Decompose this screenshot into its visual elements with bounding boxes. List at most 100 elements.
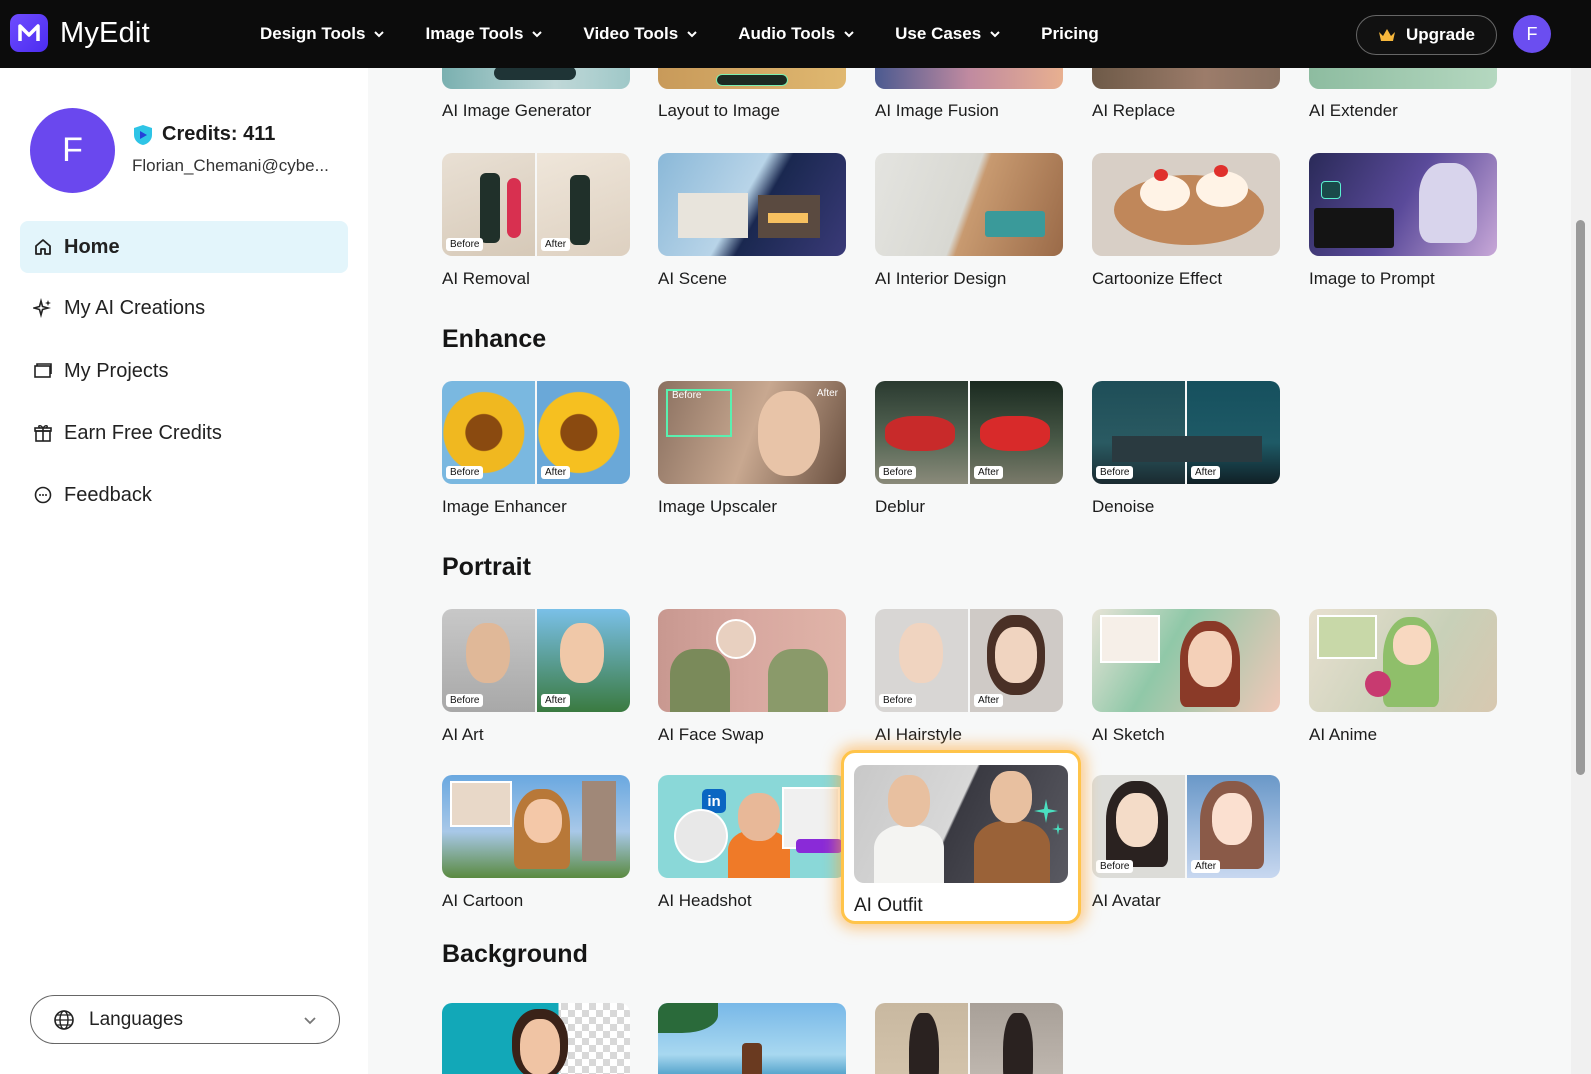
motorbike-shape xyxy=(885,416,955,451)
sidebar-item-earn-free-credits[interactable]: Earn Free Credits xyxy=(20,407,348,459)
tool-card-deblur[interactable]: Before After Deblur xyxy=(875,381,1063,517)
tool-thumbnail xyxy=(658,1003,846,1074)
tool-card-ai-extender[interactable]: AI Extender xyxy=(1309,68,1497,121)
tools-content: AI Image Generator Layout to Image AI Im… xyxy=(368,68,1571,1074)
nav-pricing[interactable]: Pricing xyxy=(1041,24,1099,44)
tool-card-ai-outfit[interactable]: AI Outfit xyxy=(841,750,1081,924)
upgrade-button[interactable]: Upgrade xyxy=(1356,15,1497,55)
nav-label: Audio Tools xyxy=(738,24,836,43)
tool-card-ai-removal[interactable]: Before After AI Removal xyxy=(442,153,630,289)
tool-card-ai-interior-design[interactable]: AI Interior Design xyxy=(875,153,1063,289)
sidebar-item-label: Feedback xyxy=(64,483,152,506)
tool-thumbnail xyxy=(1092,609,1280,712)
languages-select[interactable]: Languages xyxy=(30,995,340,1044)
generate-pill xyxy=(716,74,788,86)
before-tag: Before xyxy=(879,694,917,707)
sparkle-icon xyxy=(1034,799,1064,835)
tool-card-ai-replace[interactable]: AI Replace xyxy=(1092,68,1280,121)
after-tag: After xyxy=(974,466,1004,479)
tool-thumbnail: Before After xyxy=(442,153,630,256)
face-shape xyxy=(1212,793,1252,845)
tool-card-background-changer[interactable] xyxy=(658,1003,846,1074)
nav-use-cases[interactable]: Use Cases xyxy=(895,24,1001,44)
after-tag: After xyxy=(1191,466,1221,479)
nav-audio-tools[interactable]: Audio Tools xyxy=(738,24,855,44)
tool-label: AI Removal xyxy=(442,269,530,288)
tool-thumbnail: Before After xyxy=(875,381,1063,484)
sidebar-item-my-ai-creations[interactable]: My AI Creations xyxy=(20,282,348,334)
tool-card-background-remover[interactable] xyxy=(442,1003,630,1074)
tool-card-ai-sketch[interactable]: AI Sketch xyxy=(1092,609,1280,745)
tool-card-image-enhancer[interactable]: Before After Image Enhancer xyxy=(442,381,630,517)
after-tag: After xyxy=(816,388,838,399)
tool-card-cartoonize-effect[interactable]: Cartoonize Effect xyxy=(1092,153,1280,289)
tool-thumbnail xyxy=(658,609,846,712)
sidebar-item-my-projects[interactable]: My Projects xyxy=(20,345,348,397)
tool-thumbnail: Before After xyxy=(1092,381,1280,484)
tool-card-layout-to-image[interactable]: Layout to Image xyxy=(658,68,846,121)
scrollbar-thumb[interactable] xyxy=(1576,220,1585,775)
tool-thumbnail xyxy=(1309,68,1497,89)
tool-label: AI Headshot xyxy=(658,891,752,910)
top-navigation-bar: MyEdit Design Tools Image Tools Video To… xyxy=(0,0,1571,68)
tool-thumbnail: Before After xyxy=(875,609,1063,712)
topbar-edge xyxy=(1571,0,1591,68)
chat-icon xyxy=(32,484,54,506)
tool-card-ai-anime[interactable]: AI Anime xyxy=(1309,609,1497,745)
tool-thumbnail xyxy=(442,775,630,878)
tool-card-ai-headshot[interactable]: in AI Headshot xyxy=(658,775,846,911)
person-shape xyxy=(909,1013,939,1074)
pastry-shape xyxy=(1140,175,1190,211)
credits-display: Credits: 411 xyxy=(132,123,275,146)
tool-label: AI Anime xyxy=(1309,725,1378,744)
tool-card-background-blur[interactable] xyxy=(875,1003,1063,1074)
sidebar-item-feedback[interactable]: Feedback xyxy=(20,469,348,521)
tool-thumbnail xyxy=(442,1003,630,1074)
before-tag: Before xyxy=(446,466,484,479)
logo[interactable]: MyEdit xyxy=(10,14,150,52)
tool-thumbnail xyxy=(442,68,630,89)
tool-label: Image Enhancer xyxy=(442,497,567,516)
tool-card-ai-avatar[interactable]: Before After AI Avatar xyxy=(1092,775,1280,911)
tool-label: AI Extender xyxy=(1309,101,1398,120)
gift-icon xyxy=(32,422,54,444)
before-tag: Before xyxy=(1096,466,1134,479)
tool-card-ai-image-fusion[interactable]: AI Image Fusion xyxy=(875,68,1063,121)
face-shape xyxy=(758,391,820,476)
before-tag: Before xyxy=(1096,860,1134,873)
user-avatar[interactable]: F xyxy=(1513,15,1551,53)
body-shape xyxy=(670,649,730,712)
myedit-logo-icon xyxy=(10,14,48,52)
chevron-down-icon xyxy=(844,31,854,38)
tool-card-ai-art[interactable]: Before After AI Art xyxy=(442,609,630,745)
sparkle-icon xyxy=(32,297,54,319)
sidebar-item-home[interactable]: Home xyxy=(20,221,348,273)
tool-card-ai-cartoon[interactable]: AI Cartoon xyxy=(442,775,630,911)
section-title-portrait: Portrait xyxy=(442,553,531,581)
nav-image-tools[interactable]: Image Tools xyxy=(425,24,543,44)
tool-card-ai-scene[interactable]: AI Scene xyxy=(658,153,846,289)
tool-thumbnail: Before After xyxy=(442,381,630,484)
tool-card-ai-face-swap[interactable]: AI Face Swap xyxy=(658,609,846,745)
tool-card-denoise[interactable]: Before After Denoise xyxy=(1092,381,1280,517)
nav-design-tools[interactable]: Design Tools xyxy=(260,24,385,44)
tool-thumbnail xyxy=(1092,68,1280,89)
crown-icon xyxy=(1379,29,1396,41)
sidebar-item-label: Home xyxy=(64,235,120,258)
tool-label: AI Art xyxy=(442,725,484,744)
house-shape xyxy=(678,193,748,238)
prompt-box xyxy=(1314,208,1394,248)
chevron-down-icon xyxy=(532,31,543,38)
tool-card-image-upscaler[interactable]: Before After Image Upscaler xyxy=(658,381,846,517)
face-shape xyxy=(899,623,943,683)
shield-icon xyxy=(134,124,152,145)
nav-video-tools[interactable]: Video Tools xyxy=(583,24,698,44)
tool-card-ai-image-generator[interactable]: AI Image Generator xyxy=(442,68,630,121)
folder-icon xyxy=(32,360,54,382)
chevron-down-icon xyxy=(304,1017,316,1025)
tool-card-image-to-prompt[interactable]: Image to Prompt xyxy=(1309,153,1497,289)
tool-label: AI Sketch xyxy=(1092,725,1165,744)
tool-thumbnail xyxy=(875,153,1063,256)
profile-avatar: F xyxy=(30,108,115,193)
tool-card-ai-hairstyle[interactable]: Before After AI Hairstyle xyxy=(875,609,1063,745)
